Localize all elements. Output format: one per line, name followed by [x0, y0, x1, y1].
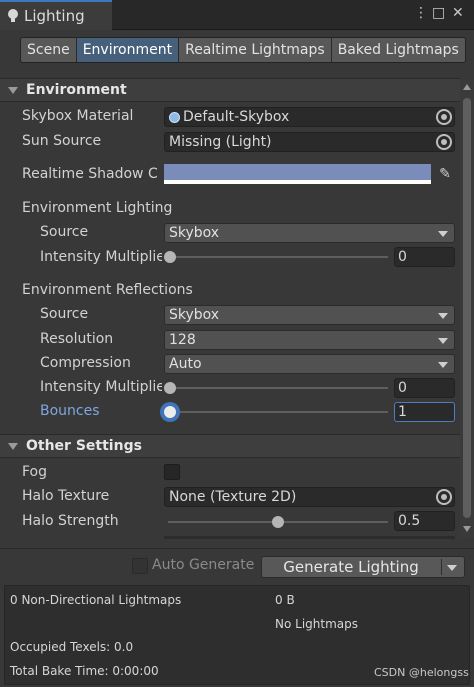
compression-label: Compression [40, 355, 131, 371]
env-lighting-intensity-thumb[interactable] [164, 251, 176, 263]
bounces-slider[interactable] [168, 411, 388, 413]
object-picker-icon[interactable] [436, 489, 452, 505]
env-lighting-source-value: Skybox [169, 225, 220, 241]
env-lighting-source-dropdown[interactable]: Skybox [164, 223, 455, 243]
total-bake-time: Total Bake Time: 0:00:00 [10, 664, 159, 678]
realtime-shadow-color-label: Realtime Shadow C [22, 166, 158, 182]
scroll-up-arrow-icon[interactable] [463, 84, 471, 90]
env-reflections-source-value: Skybox [169, 307, 220, 323]
env-reflections-intensity-label: Intensity Multiplie [40, 379, 162, 395]
tab-realtime-lightmaps[interactable]: Realtime Lightmaps [179, 38, 332, 62]
sun-source-label: Sun Source [22, 133, 102, 149]
auto-generate-label: Auto Generate [152, 557, 255, 573]
environment-section-header[interactable]: Environment [0, 78, 460, 102]
eyedropper-icon[interactable]: ✎ [435, 164, 455, 184]
halo-texture-field[interactable]: None (Texture 2D) [164, 487, 455, 507]
lightbulb-icon [8, 9, 18, 23]
skybox-material-value: Default-Skybox [183, 109, 290, 125]
inspector-scrollbar[interactable] [460, 80, 474, 538]
environment-lighting-title: Environment Lighting [22, 200, 173, 216]
env-lighting-intensity-input[interactable]: 0 [394, 247, 455, 267]
halo-texture-value: None (Texture 2D) [169, 489, 297, 505]
halo-texture-label: Halo Texture [22, 488, 110, 504]
env-lighting-intensity-label: Intensity Multiplie [40, 249, 162, 265]
window-titlebar: Lighting ⋮ □ ✕ [0, 0, 474, 30]
tab-baked-lightmaps[interactable]: Baked Lightmaps [331, 38, 465, 62]
chevron-down-icon[interactable] [447, 565, 457, 571]
halo-strength-thumb[interactable] [272, 516, 284, 528]
skybox-material-label: Skybox Material [22, 108, 134, 124]
window-title: Lighting [24, 7, 85, 25]
other-settings-section-title: Other Settings [26, 438, 142, 454]
other-settings-section-header[interactable]: Other Settings [0, 434, 460, 458]
bounces-input[interactable]: 1 [394, 402, 455, 422]
foldout-arrow-icon [8, 442, 18, 450]
resolution-value: 128 [169, 332, 196, 348]
env-lighting-source-label: Source [40, 224, 89, 240]
environment-reflections-title: Environment Reflections [22, 282, 193, 298]
occupied-texels: Occupied Texels: 0.0 [10, 640, 134, 654]
bounces-thumb[interactable] [164, 406, 176, 418]
fog-label: Fog [22, 464, 48, 480]
sun-source-field[interactable]: Missing (Light) [164, 132, 455, 152]
scroll-down-arrow-icon[interactable] [463, 526, 471, 532]
environment-section-title: Environment [26, 82, 127, 98]
kebab-menu-icon[interactable]: ⋮ [414, 5, 428, 21]
bounces-label: Bounces [40, 403, 100, 419]
lightmaps-size: 0 B [275, 593, 295, 607]
lightmaps-count: 0 Non-Directional Lightmaps [10, 593, 182, 607]
env-reflections-intensity-input[interactable]: 0 [394, 378, 455, 398]
halo-strength-label: Halo Strength [22, 513, 119, 529]
watermark: CSDN @helongss [374, 666, 469, 679]
no-lightmaps-text: No Lightmaps [275, 617, 358, 631]
lighting-tabs: Scene Environment Realtime Lightmaps Bak… [20, 37, 466, 63]
close-icon[interactable]: ✕ [452, 5, 464, 21]
object-picker-icon[interactable] [436, 109, 452, 125]
env-lighting-intensity-slider[interactable] [168, 256, 388, 258]
window-tab-lighting[interactable]: Lighting [0, 0, 112, 30]
chevron-down-icon [438, 362, 448, 368]
auto-generate-checkbox[interactable] [132, 558, 148, 574]
realtime-shadow-color-swatch[interactable] [164, 164, 431, 184]
compression-dropdown[interactable]: Auto [164, 354, 455, 374]
sun-source-value: Missing (Light) [169, 134, 272, 150]
foldout-arrow-icon [8, 86, 18, 94]
resolution-label: Resolution [40, 331, 114, 347]
env-reflections-intensity-thumb[interactable] [164, 382, 176, 394]
tab-scene[interactable]: Scene [21, 38, 77, 62]
env-reflections-source-dropdown[interactable]: Skybox [164, 305, 455, 325]
scrollbar-thumb[interactable] [463, 98, 471, 518]
partially-hidden-field [164, 536, 455, 539]
chevron-down-icon [438, 313, 448, 319]
fog-checkbox[interactable] [164, 464, 180, 480]
generate-lighting-button[interactable]: Generate Lighting [261, 556, 465, 578]
maximize-icon[interactable]: □ [432, 5, 445, 21]
halo-strength-input[interactable]: 0.5 [394, 511, 455, 531]
generate-lighting-label: Generate Lighting [283, 558, 419, 576]
skybox-material-field[interactable]: Default-Skybox [164, 107, 455, 127]
env-reflections-source-label: Source [40, 306, 89, 322]
tab-environment[interactable]: Environment [76, 38, 180, 62]
env-reflections-intensity-slider[interactable] [168, 387, 388, 389]
compression-value: Auto [169, 356, 202, 372]
button-divider [441, 559, 442, 575]
chevron-down-icon [438, 338, 448, 344]
resolution-dropdown[interactable]: 128 [164, 330, 455, 350]
chevron-down-icon [438, 231, 448, 237]
material-sphere-icon [169, 111, 180, 123]
object-picker-icon[interactable] [436, 134, 452, 150]
